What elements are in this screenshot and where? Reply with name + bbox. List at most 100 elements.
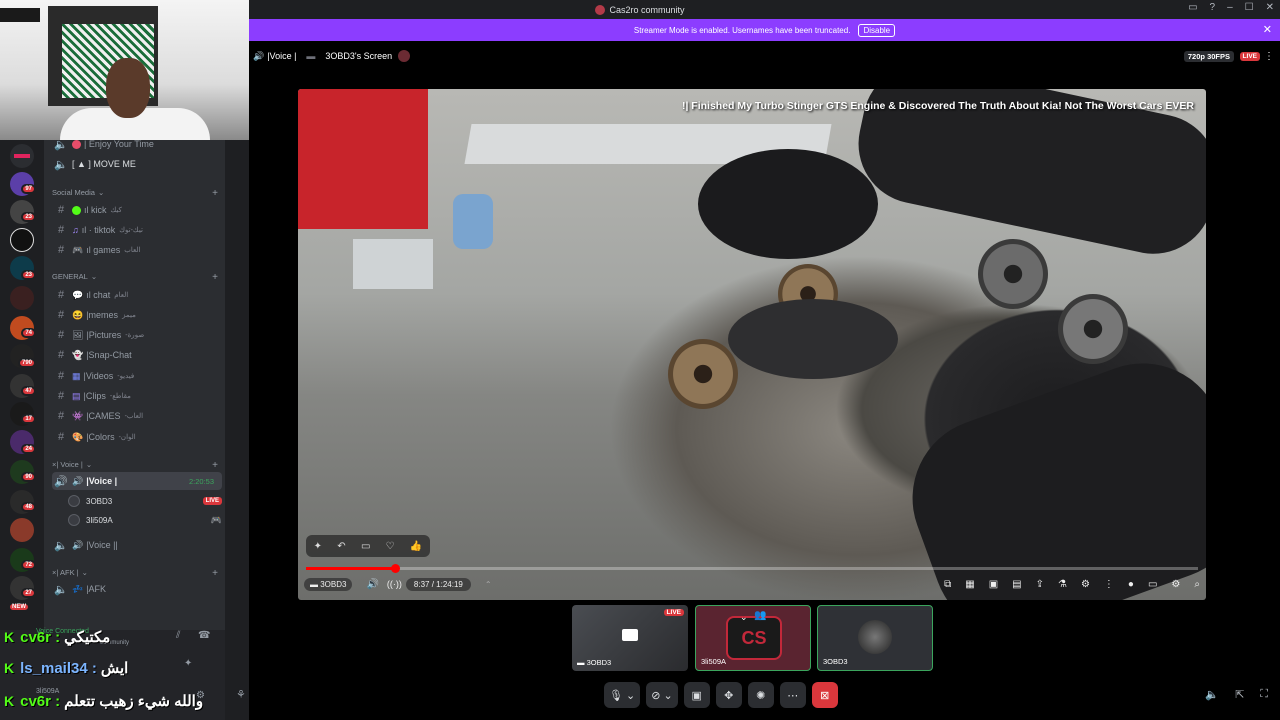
voice-channel[interactable]: 🔈 💤 |AFK [52, 580, 222, 598]
video-scene-shape [890, 340, 1206, 600]
text-channel[interactable]: # 😆 |memes ميمز [52, 306, 222, 324]
category-general[interactable]: GENERAL ⌄ + [52, 272, 218, 283]
chevron-down-icon: ⌄ [97, 188, 105, 197]
text-channel[interactable]: # 🎨 |Colors -الوان [52, 428, 222, 446]
more-icon[interactable]: ⋮ [1264, 51, 1274, 62]
server-icon[interactable] [10, 286, 34, 310]
activity-icon[interactable]: ✦ [184, 658, 192, 669]
participant-tile[interactable]: LIVE ▬ 3OBD3 [572, 605, 688, 671]
channel-name: |AFK [86, 584, 107, 594]
user-name: 3li509A [86, 515, 113, 525]
popout-icon[interactable]: ⚘ [236, 688, 246, 701]
server-icon[interactable] [10, 228, 34, 252]
text-channel[interactable]: # ▦ |Videos -فيديو [52, 367, 222, 385]
voice-channel[interactable]: 🔈 | Enjoy Your Time [52, 135, 222, 153]
settings-icon[interactable]: ⚙ [1171, 579, 1180, 590]
close-button[interactable]: ✕ [1266, 2, 1274, 13]
video-scene-shape [453, 194, 493, 249]
voice-channel[interactable]: 🔈 🔊 |Voice || [52, 536, 222, 554]
picture-icon: 🖼 [72, 329, 84, 340]
zoom-icon[interactable]: ⌕ [1194, 579, 1200, 590]
sparkle-icon[interactable]: ✦ [314, 541, 322, 552]
participant-tile[interactable]: 3OBD3 [817, 605, 933, 671]
disconnect-icon[interactable]: ☎ [198, 630, 210, 641]
stop-stream-button[interactable]: ⊠ [811, 682, 838, 708]
theater-icon[interactable]: ▤ [1012, 579, 1021, 590]
share-icon[interactable]: ↶ [337, 541, 345, 552]
inbox-icon[interactable]: ▭ [1188, 2, 1197, 13]
kick-icon [72, 205, 81, 215]
streamer-chip-label: 3OBD3 [320, 579, 347, 589]
text-channel[interactable]: # ♫ ıl · tiktok تيك-توك [52, 221, 222, 239]
text-channel[interactable]: # 💬 ıl chat العام [52, 286, 222, 304]
webcam-person-head [106, 58, 150, 118]
category-social[interactable]: Social Media ⌄ + [52, 188, 218, 199]
hash-icon: # [57, 329, 65, 341]
text-channel[interactable]: # ▤ |Clips -مقاطع [52, 387, 222, 405]
server-icon[interactable] [10, 144, 34, 168]
window-title: Cas2ro community [609, 4, 685, 15]
disable-button[interactable]: Disable [858, 23, 896, 37]
record-icon[interactable]: ● [1128, 579, 1134, 590]
add-channel-icon[interactable]: + [212, 460, 218, 471]
cast-icon[interactable]: ⇪ [1036, 579, 1044, 590]
fullscreen-icon[interactable]: ⛶ [1260, 688, 1268, 701]
progress-knob[interactable] [391, 564, 401, 573]
voice-user[interactable]: 3OBD3 LIVE [68, 492, 222, 510]
maximize-button[interactable]: ☐ [1245, 2, 1254, 13]
stream-video[interactable]: !| Finished My Turbo Stinger GTS Engine … [298, 89, 1206, 600]
dislike-icon[interactable]: ♡ [386, 541, 395, 552]
badge: 90 [21, 472, 36, 482]
noise-suppression-icon[interactable]: ⫽ [176, 630, 180, 641]
channel-name-ar: العام [114, 292, 129, 299]
add-channel-icon[interactable]: + [212, 568, 218, 579]
more-button[interactable]: ⋯ [779, 682, 806, 708]
hash-icon: # [57, 349, 65, 361]
video-progress-bar[interactable] [306, 564, 1198, 573]
volume-icon[interactable]: 🔊 [366, 579, 378, 590]
voice-user[interactable]: 3li509A 🎮 [68, 511, 222, 529]
category-voice[interactable]: × | Voice | ⌄ + [52, 460, 218, 471]
badge: 790 [17, 358, 36, 368]
activities-button[interactable]: ✥ [715, 682, 742, 708]
help-icon[interactable]: ? [1210, 2, 1216, 13]
voice-timer: 2:20:53 [188, 476, 214, 486]
category-label: GENERAL [52, 272, 88, 281]
voice-channel[interactable]: 🔈 [ ▲ ] MOVE ME [52, 155, 222, 173]
participant-tile[interactable]: CS ⌄ 👥 3li509A [695, 605, 811, 671]
fullscreen-icon[interactable]: ▭ [1148, 579, 1157, 590]
add-channel-icon[interactable]: + [212, 272, 218, 283]
gear-icon[interactable]: ⚙ [1081, 579, 1090, 590]
channel-name: |Snap-Chat [86, 350, 132, 360]
text-channel[interactable]: # 🖼 |Pictures -صورة [52, 326, 222, 344]
text-channel[interactable]: # 🎮 ıl games العاب [52, 241, 222, 259]
speech-bubble-icon: 💬 [72, 289, 84, 300]
microphone-button[interactable]: 🎙 ⌄ [604, 682, 641, 708]
clip-icon[interactable]: ▦ [965, 579, 974, 590]
chevron-up-icon[interactable]: ⌃ [485, 580, 492, 589]
text-channel[interactable]: # ıl kick كيك [52, 201, 222, 219]
volume-icon[interactable]: 🔈 [1205, 688, 1219, 701]
popout-icon[interactable]: ⇱ [1235, 688, 1244, 701]
captions-icon[interactable]: ((·)) [387, 579, 402, 589]
picture-in-picture-icon[interactable]: ▣ [989, 579, 998, 590]
comment-icon[interactable]: ▭ [361, 541, 370, 552]
more-icon[interactable]: ⋮ [1104, 579, 1114, 590]
server-icon[interactable] [10, 518, 34, 542]
stats-icon[interactable]: ⧉ [944, 579, 951, 590]
soundboard-button[interactable]: ✺ [747, 682, 774, 708]
video-scene-shape [353, 239, 433, 289]
screen-share-button[interactable]: ▣ [683, 682, 710, 708]
camera-off-button[interactable]: ⊘ ⌄ [646, 682, 678, 708]
text-channel[interactable]: # 👻 |Snap-Chat [52, 346, 222, 364]
like-icon[interactable]: 👍 [410, 541, 422, 552]
beaker-icon[interactable]: ⚗ [1058, 579, 1067, 590]
category-afk[interactable]: × | AFK | ⌄ + [52, 568, 218, 579]
add-channel-icon[interactable]: + [212, 188, 218, 199]
text-channel[interactable]: # 👾 |CAMES -العاب [52, 407, 222, 425]
video-time: 8:37 / 1:24:19 [405, 577, 471, 591]
server-logo-icon [595, 4, 606, 15]
voice-channel-active[interactable]: 🔊 🔊 |Voice | 2:20:53 [52, 472, 222, 490]
close-icon[interactable]: ✕ [1263, 23, 1272, 36]
minimize-button[interactable]: – [1227, 2, 1233, 13]
